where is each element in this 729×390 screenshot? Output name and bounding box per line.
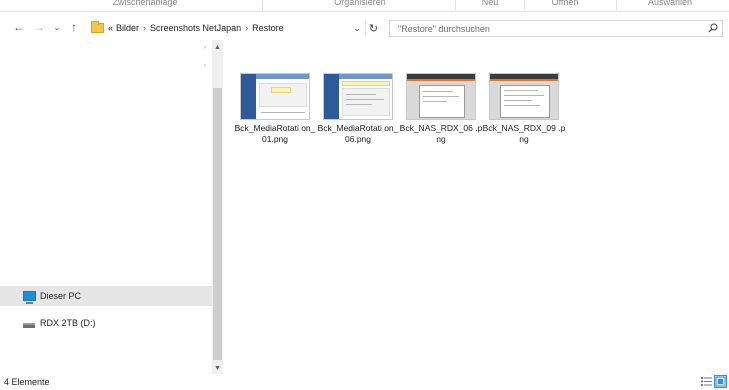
- scrollbar-thumb[interactable]: [213, 88, 222, 360]
- refresh-icon: ↻: [368, 22, 379, 35]
- arrow-right-icon: →: [33, 20, 45, 34]
- address-bar[interactable]: « Bilder › Screenshots NetJapan › Restor…: [86, 19, 352, 37]
- image-thumbnail: [240, 73, 310, 120]
- ribbon-group-open: Öffnen: [551, 0, 579, 7]
- file-list: Bck_MediaRotati on_01.png Bck_MediaRotat…: [226, 40, 729, 374]
- address-toolbar: ← → ⌄ ↑ « Bilder › Screenshots NetJapan …: [0, 16, 729, 40]
- breadcrumb-overflow[interactable]: «: [108, 23, 113, 33]
- expand-chevron-icon[interactable]: ›: [204, 63, 206, 69]
- arrow-left-icon: ←: [13, 20, 25, 34]
- scroll-up-button[interactable]: ▲: [212, 42, 223, 53]
- arrow-up-icon: ↑: [71, 20, 77, 34]
- drive-icon: [23, 322, 35, 328]
- expand-chevron-icon[interactable]: ›: [204, 45, 206, 51]
- breadcrumb-separator-icon[interactable]: ›: [143, 23, 146, 33]
- scroll-down-button[interactable]: ▼: [212, 363, 223, 374]
- search-box[interactable]: "Restore" durchsuchen: [389, 20, 723, 37]
- nav-item-rdx-drive[interactable]: RDX 2TB (D:): [0, 313, 212, 333]
- status-bar: 4 Elemente: [0, 374, 729, 390]
- details-view-icon[interactable]: [701, 376, 712, 387]
- nav-item-label: RDX 2TB (D:): [40, 318, 96, 328]
- ribbon-group-select: Auswählen: [647, 0, 693, 7]
- file-item[interactable]: Bck_MediaRotati on_06.png: [316, 65, 398, 155]
- file-name[interactable]: Bck_MediaRotati on_06.png: [316, 123, 400, 145]
- search-icon[interactable]: [708, 23, 718, 33]
- recent-locations-button[interactable]: ⌄: [50, 19, 64, 35]
- computer-icon: [23, 291, 36, 304]
- thumbnail-view-icon: [715, 376, 726, 387]
- search-input-placeholder[interactable]: "Restore" durchsuchen: [398, 24, 490, 34]
- breadcrumb-screenshots-netjapan[interactable]: Screenshots NetJapan: [150, 23, 241, 33]
- file-item[interactable]: Bck_NAS_RDX_06 .png: [399, 65, 482, 155]
- image-thumbnail: [489, 73, 559, 120]
- file-name[interactable]: Bck_NAS_RDX_09 .png: [482, 123, 566, 145]
- chevron-down-icon: ⌄: [53, 22, 61, 32]
- image-thumbnail: [406, 73, 476, 120]
- large-icons-view-icon[interactable]: [714, 375, 727, 388]
- file-name[interactable]: Bck_MediaRotati on_01.png: [233, 123, 317, 145]
- breadcrumb-bilder[interactable]: Bilder: [116, 23, 139, 33]
- file-item[interactable]: Bck_NAS_RDX_09 .png: [482, 65, 565, 155]
- item-count: 4 Elemente: [4, 377, 50, 387]
- breadcrumb-restore[interactable]: Restore: [252, 23, 284, 33]
- breadcrumb-separator-icon[interactable]: ›: [245, 23, 248, 33]
- navigation-pane: › › Dieser PC RDX 2TB (D:): [0, 40, 212, 370]
- ribbon-group-clipboard: Zwischenablage: [112, 0, 178, 7]
- ribbon-separator: [524, 0, 525, 10]
- ribbon-separator: [262, 0, 263, 10]
- folder-icon: [91, 21, 104, 33]
- back-button[interactable]: ←: [12, 19, 26, 35]
- file-item[interactable]: Bck_MediaRotati on_01.png: [233, 65, 315, 155]
- ribbon-group-new: Neu: [481, 0, 499, 7]
- up-button[interactable]: ↑: [67, 19, 81, 35]
- file-name[interactable]: Bck_NAS_RDX_06 .png: [399, 123, 483, 145]
- forward-button[interactable]: →: [32, 19, 46, 35]
- refresh-button[interactable]: ↻: [365, 20, 381, 36]
- ribbon-group-labels: Zwischenablage Organisieren Neu Öffnen A…: [0, 0, 729, 12]
- nav-item-label: Dieser PC: [40, 291, 82, 301]
- ribbon-separator: [616, 0, 617, 10]
- ribbon-separator: [455, 0, 456, 10]
- ribbon-group-organize: Organisieren: [334, 0, 386, 7]
- nav-item-dieser-pc[interactable]: Dieser PC: [0, 286, 212, 306]
- image-thumbnail: [323, 73, 393, 120]
- chevron-down-icon: ⌄: [353, 22, 361, 33]
- navigation-pane-scrollbar[interactable]: ▲ ▼: [212, 40, 223, 374]
- address-history-dropdown[interactable]: ⌄: [350, 20, 364, 36]
